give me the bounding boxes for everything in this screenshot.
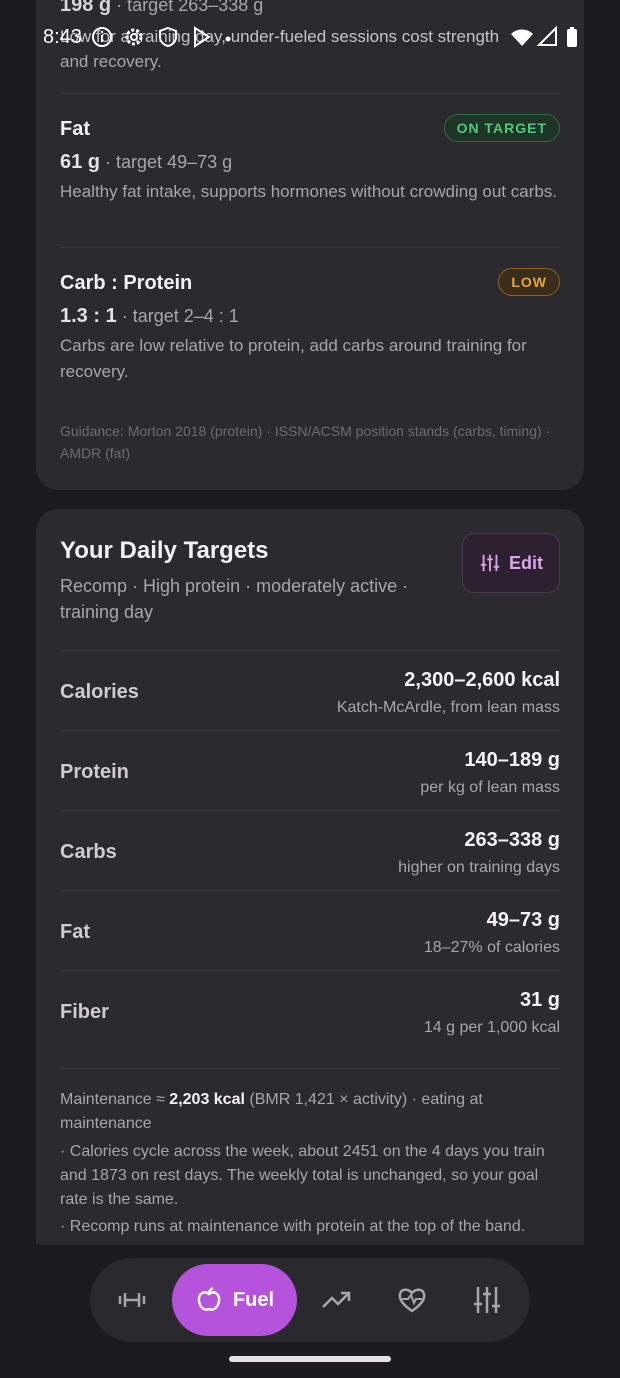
sliders-icon (474, 1287, 500, 1313)
ratio-row-title: Carb : Protein (60, 272, 193, 294)
daily-targets-subtitle: Recomp · High protein · moderately activ… (60, 576, 409, 622)
nav-fuel-label: Fuel (232, 1288, 275, 1311)
on-target-badge: ON TARGET (443, 114, 560, 142)
battery-icon (567, 27, 577, 47)
status-bar: 8:43 (0, 22, 620, 54)
target-row-protein: Protein 140–189 g per kg of lean mass (60, 730, 560, 810)
heart-pulse-icon (398, 1288, 426, 1313)
target-value: 140–189 g (464, 749, 560, 771)
daily-targets-card: Your Daily Targets Recomp · High protein… (36, 509, 584, 1245)
info-icon (92, 27, 112, 47)
divider (60, 1068, 560, 1069)
sliders-icon (480, 554, 500, 572)
status-time: 8:43 (43, 26, 82, 48)
calorie-cycle-note: · Calories cycle across the week, about … (60, 1143, 545, 1208)
low-badge: LOW (498, 268, 560, 296)
play-store-icon (194, 26, 211, 48)
target-row-fat: Fat 49–73 g 18–27% of calories (60, 890, 560, 970)
dumbbell-icon (118, 1293, 146, 1307)
target-value: 49–73 g (486, 909, 560, 931)
settings-gear-icon (125, 28, 143, 46)
carbs-row-value: 198 g · target 263–338 g (60, 0, 264, 16)
home-indicator[interactable] (229, 1356, 391, 1362)
target-note: per kg of lean mass (420, 779, 560, 796)
maintenance-note: Maintenance ≈ 2,203 kcal (BMR 1,421 × ac… (60, 1091, 483, 1132)
nav-workout[interactable] (108, 1276, 156, 1324)
target-label: Fiber (60, 1001, 109, 1023)
nav-progress[interactable] (312, 1276, 360, 1324)
guidance-note: Guidance: Morton 2018 (protein) · ISSN/A… (60, 423, 551, 461)
trend-up-icon (322, 1291, 351, 1308)
target-row-calories: Calories 2,300–2,600 kcal Katch-McArdle,… (60, 650, 560, 730)
fat-row-title: Fat (60, 118, 90, 140)
target-label: Calories (60, 681, 139, 703)
nav-settings[interactable] (463, 1276, 511, 1324)
target-value: 263–338 g (464, 829, 560, 851)
apple-icon (197, 1286, 221, 1311)
target-note: higher on training days (398, 859, 560, 876)
bottom-navigation: Fuel (90, 1258, 530, 1342)
edit-targets-button[interactable]: Edit (462, 533, 560, 593)
signal-icon (536, 25, 557, 46)
ratio-row-description: Carbs are low relative to protein, add c… (60, 336, 527, 381)
fat-row-value: 61 g · target 49–73 g (60, 151, 233, 173)
edit-button-label: Edit (509, 552, 543, 573)
wifi-icon (511, 29, 533, 46)
target-row-carbs: Carbs 263–338 g higher on training days (60, 810, 560, 890)
target-label: Protein (60, 761, 129, 783)
recomp-note: · Recomp runs at maintenance with protei… (60, 1218, 526, 1235)
ratio-row-value: 1.3 : 1 · target 2–4 : 1 (60, 305, 239, 327)
target-note: Katch-McArdle, from lean mass (336, 699, 560, 716)
target-label: Fat (60, 921, 90, 943)
divider (60, 93, 560, 94)
divider (60, 247, 560, 248)
target-label: Carbs (60, 841, 117, 863)
target-note: 18–27% of calories (423, 939, 560, 956)
shield-icon (159, 26, 177, 48)
target-value: 31 g (519, 989, 560, 1011)
daily-targets-title: Your Daily Targets (60, 537, 269, 564)
nav-health[interactable] (388, 1276, 436, 1324)
target-note: 14 g per 1,000 kcal (423, 1019, 560, 1036)
fat-row-description: Healthy fat intake, supports hormones wi… (60, 182, 558, 201)
notification-dot-icon (225, 36, 231, 42)
nav-fuel[interactable]: Fuel (172, 1264, 297, 1336)
target-value: 2,300–2,600 kcal (404, 669, 560, 691)
macro-feedback-card: 198 g · target 263–338 g Low for a train… (36, 0, 584, 490)
target-row-fiber: Fiber 31 g 14 g per 1,000 kcal (60, 970, 560, 1050)
